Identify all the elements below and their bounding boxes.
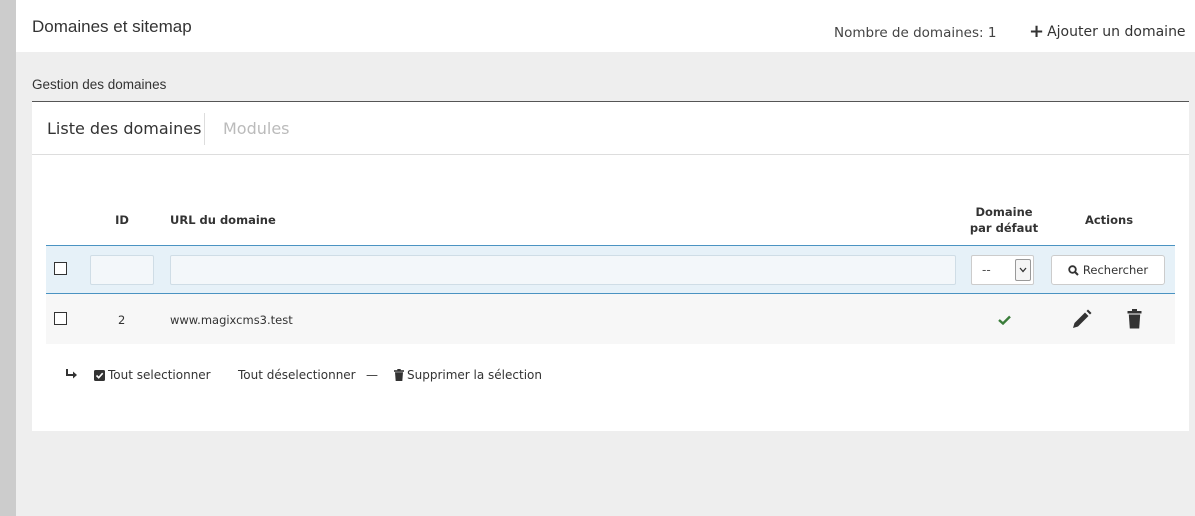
row-url: www.magixcms3.test <box>170 313 293 327</box>
tab-separator <box>204 113 205 145</box>
tab-bar: Liste des domaines Modules <box>32 102 1189 155</box>
tab-modules[interactable]: Modules <box>223 119 290 138</box>
default-filter-value: -- <box>982 262 991 277</box>
pencil-icon[interactable] <box>1071 309 1093 330</box>
reply-arrow-icon <box>66 369 77 379</box>
chevron-down-icon <box>1015 259 1031 281</box>
add-domain-button[interactable]: + Ajouter un domaine <box>1029 21 1186 42</box>
row-id: 2 <box>118 313 126 327</box>
url-filter-input[interactable] <box>170 255 956 285</box>
domains-panel: Liste des domaines Modules ID URL du dom… <box>32 101 1189 431</box>
column-header-actions: Actions <box>1084 213 1134 227</box>
table-row: 2 www.magixcms3.test <box>46 294 1175 344</box>
plus-icon: + <box>1029 21 1045 42</box>
filter-row: -- Rechercher <box>46 245 1175 294</box>
select-all-checkbox[interactable] <box>54 262 67 275</box>
id-filter-input[interactable] <box>90 255 154 285</box>
left-sidebar-rail <box>0 0 16 516</box>
trash-icon <box>394 369 404 381</box>
check-icon <box>998 315 1011 325</box>
column-header-default-line2: par défaut <box>969 221 1039 235</box>
page-title: Domaines et sitemap <box>32 17 192 36</box>
search-button[interactable]: Rechercher <box>1051 255 1165 285</box>
default-filter-select[interactable]: -- <box>971 255 1034 285</box>
delete-selection-link[interactable]: Supprimer la sélection <box>394 368 542 382</box>
delete-selection-label: Supprimer la sélection <box>407 368 542 382</box>
column-header-url: URL du domaine <box>170 213 276 227</box>
search-label: Rechercher <box>1082 263 1149 277</box>
section-title: Gestion des domaines <box>32 77 167 92</box>
trash-icon[interactable] <box>1127 309 1142 329</box>
add-domain-label: Ajouter un domaine <box>1047 24 1186 40</box>
deselect-all-link[interactable]: Tout déselectionner <box>238 368 356 382</box>
column-header-default: Domaine par défaut <box>964 204 1044 236</box>
checked-square-icon <box>94 369 105 381</box>
tab-domain-list[interactable]: Liste des domaines <box>47 119 201 138</box>
page-header: Domaines et sitemap Nombre de domaines: … <box>16 0 1195 52</box>
column-header-default-line1: Domaine <box>975 205 1033 219</box>
bulk-separator: — <box>366 368 378 382</box>
search-icon <box>1068 264 1079 276</box>
select-all-label: Tout selectionner <box>108 368 211 382</box>
column-header-id: ID <box>115 213 129 227</box>
row-checkbox[interactable] <box>54 312 67 325</box>
select-all-link[interactable]: Tout selectionner <box>94 368 211 382</box>
domain-count: Nombre de domaines: 1 <box>834 25 997 41</box>
